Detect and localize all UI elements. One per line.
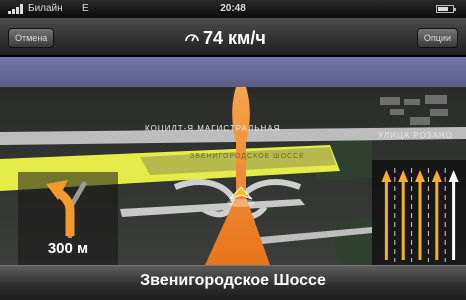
street-label-right: УЛИЦА РОЗАНО: [378, 131, 453, 140]
current-street-bar: Звенигородское Шоссе: [0, 265, 466, 300]
status-bar: Билайн E 20:48: [0, 0, 466, 18]
lane-arrow: [448, 170, 459, 260]
lane-arrow: [431, 170, 442, 260]
street-label-highlighted: ЗВЕНИГОРОДСКОЕ ШОССЕ: [190, 153, 305, 160]
navigation-top-bar: Отмена 74 км/ч Опции: [0, 18, 466, 56]
lane-guidance-panel: [372, 160, 466, 265]
current-street-name: Звенигородское Шоссе: [140, 272, 326, 289]
bear-left-arrow-icon: [46, 180, 87, 238]
battery-icon: [436, 5, 456, 13]
lane-arrow: [415, 170, 425, 260]
options-button[interactable]: Опции: [416, 28, 458, 48]
lane-arrow: [398, 170, 409, 260]
cancel-button[interactable]: Отмена: [8, 28, 55, 48]
status-time: 20:48: [220, 3, 246, 14]
turn-distance: 300 м: [47, 240, 89, 257]
street-label-main: КОЦИЛТ-Я МАГИСТРАЛЬНАЯ: [145, 124, 281, 133]
speed-display: 74 км/ч: [185, 28, 266, 48]
sky: [0, 57, 466, 87]
next-turn-panel: 300 м: [18, 172, 118, 265]
lane-guidance-icon: [381, 168, 459, 262]
speed-value: 74 км/ч: [203, 28, 266, 48]
lane-arrow: [381, 170, 392, 260]
speedometer-icon: [185, 34, 199, 42]
